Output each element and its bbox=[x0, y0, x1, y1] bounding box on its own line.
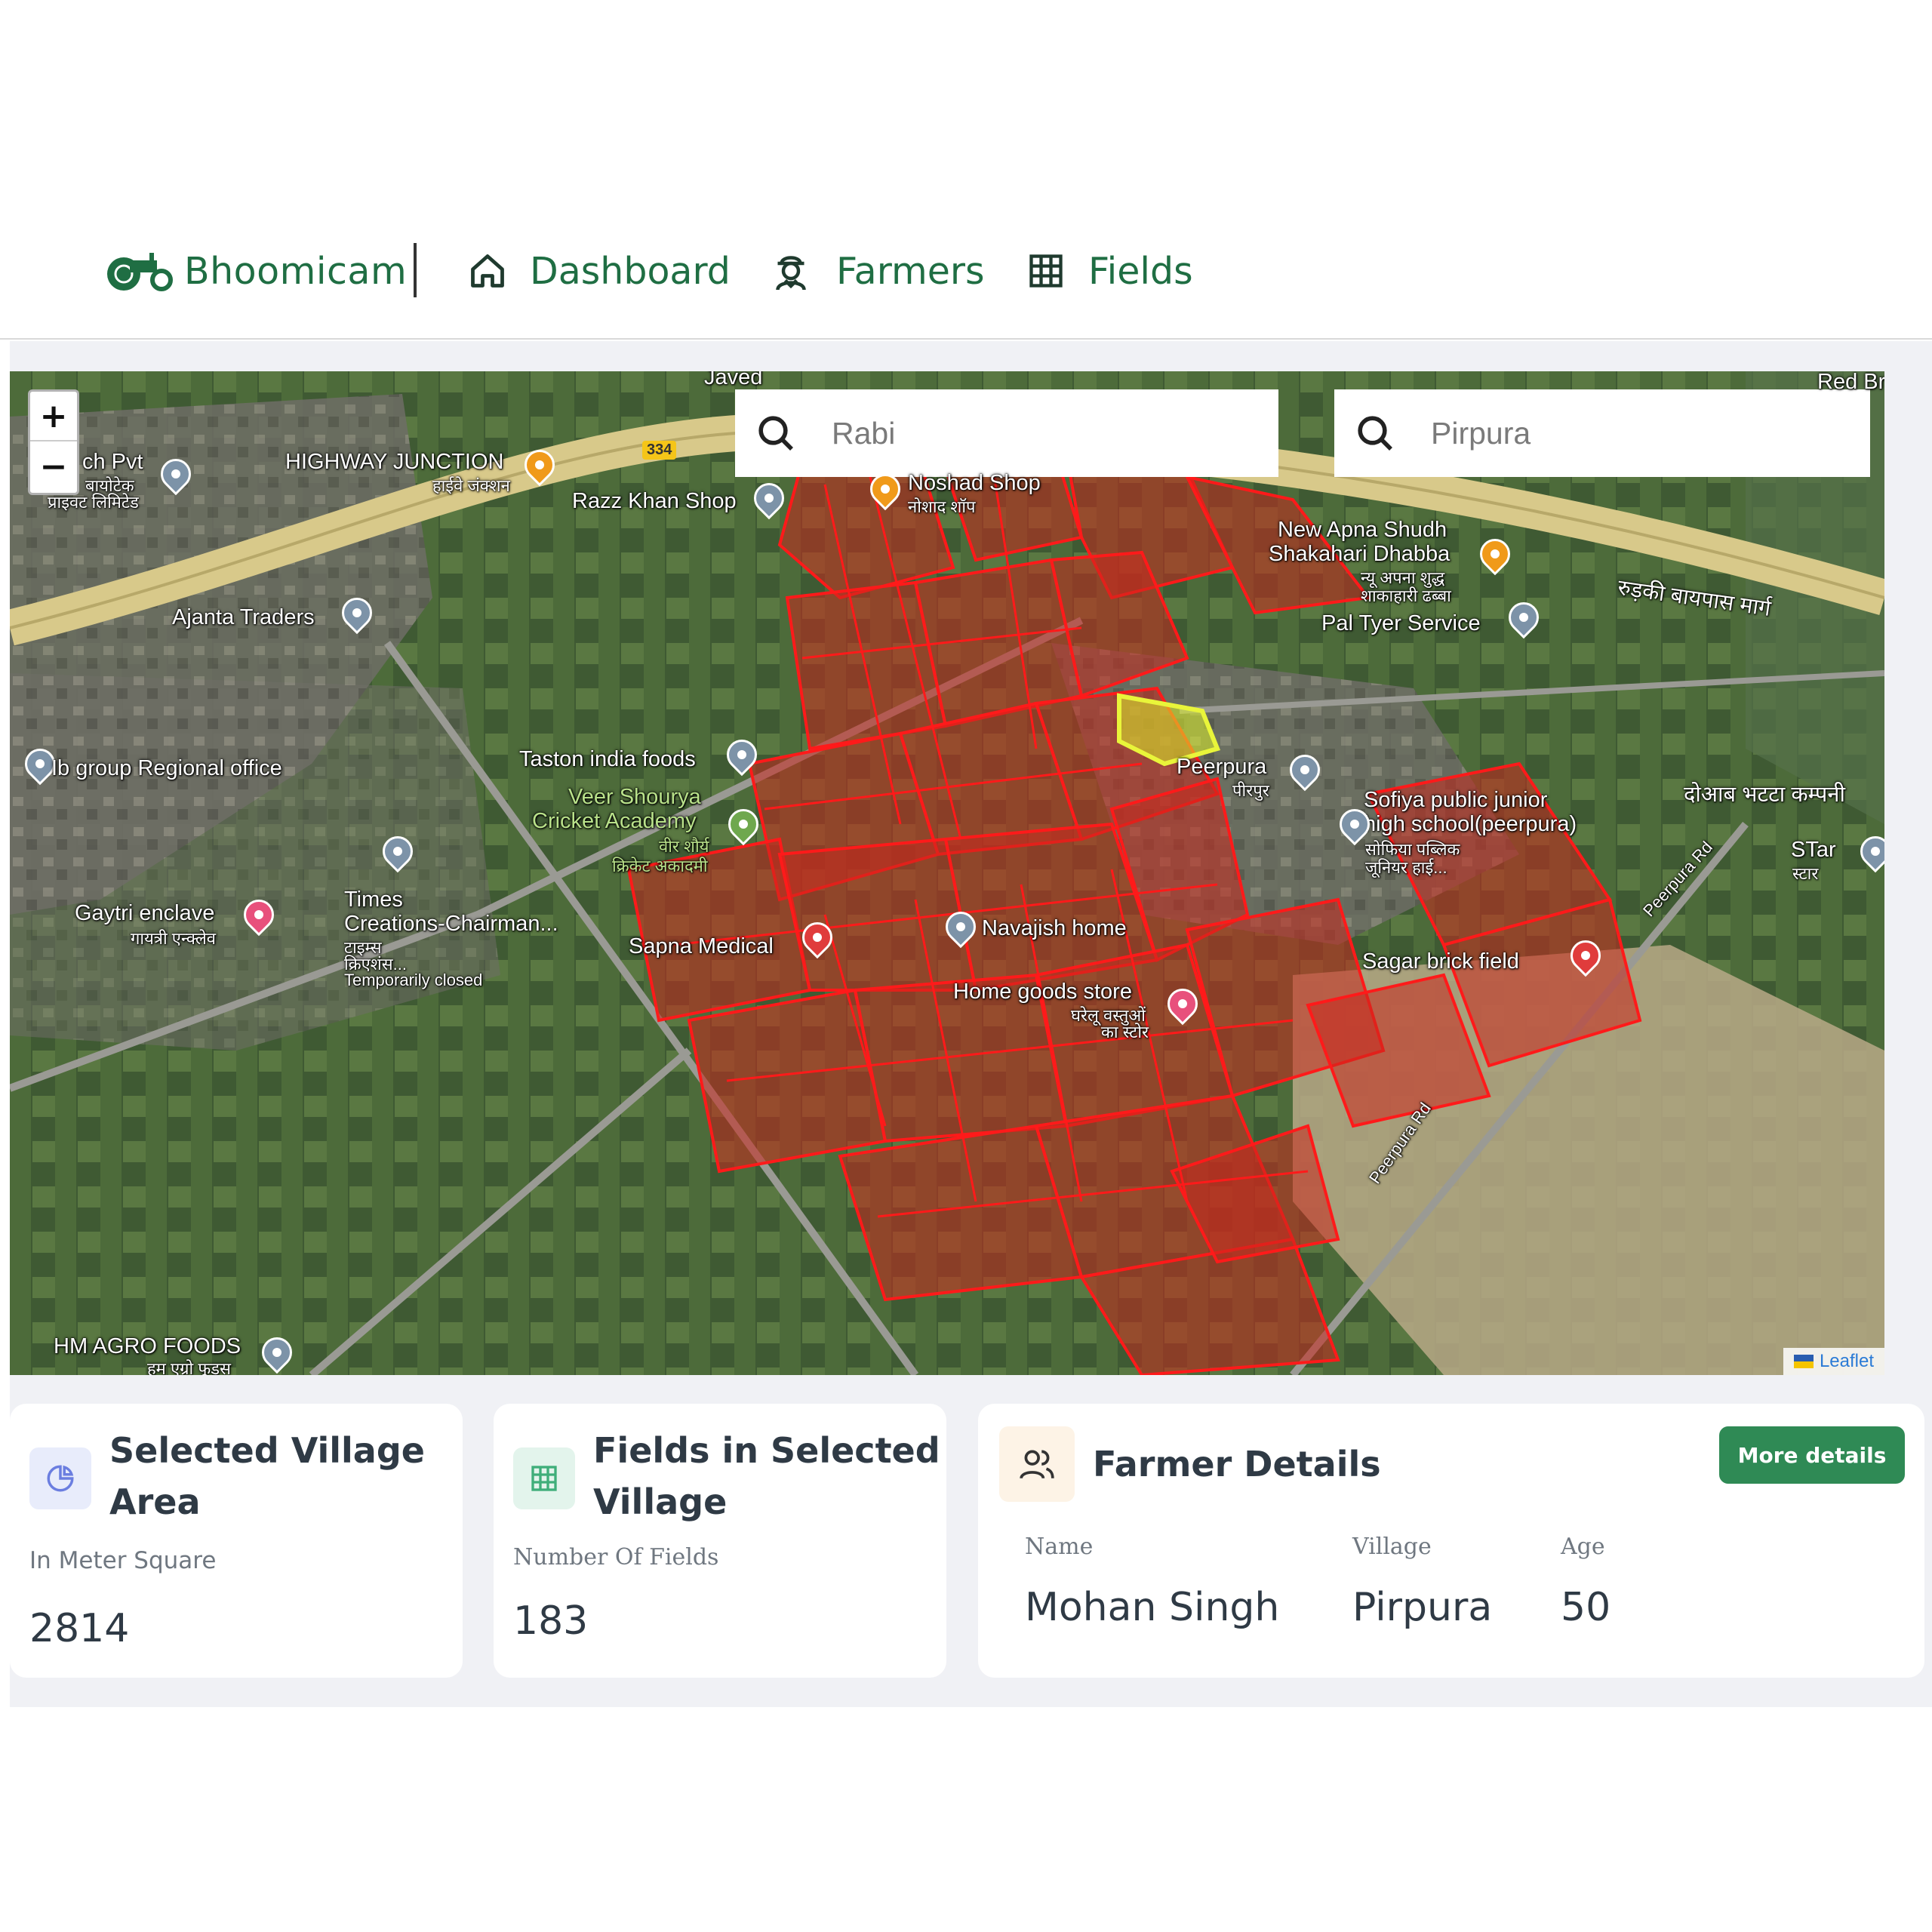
map-label-doaab: दोआब भटटा कम्पनी bbox=[1684, 783, 1845, 807]
map-label-veer: Veer Shourya bbox=[568, 785, 701, 809]
search-icon bbox=[1358, 416, 1392, 451]
farmer-age-value: 50 bbox=[1561, 1585, 1611, 1630]
map-label-home-goods-hi2: का स्टोर bbox=[1101, 1023, 1149, 1041]
ukraine-flag-icon bbox=[1793, 1355, 1814, 1368]
village-label: Village bbox=[1352, 1534, 1432, 1560]
map-label-tech-pvt-hi2: प्राइवट लिमिटेड bbox=[48, 493, 139, 512]
age-label: Age bbox=[1561, 1534, 1605, 1560]
nav-fields-label: Fields bbox=[1088, 249, 1193, 293]
map-label-times1: Times bbox=[344, 888, 403, 912]
map-label-cricket: Cricket Academy bbox=[532, 809, 697, 833]
map-label-highway-junction: HIGHWAY JUNCTION bbox=[285, 450, 504, 474]
satellite-imagery bbox=[10, 371, 1884, 1375]
map-label-times2: Creations-Chairman... bbox=[344, 912, 558, 936]
map-label-noshad-hi: नोशाद शॉप bbox=[908, 497, 976, 516]
map-label-cricket-hi2: क्रिकेट अकादमी bbox=[612, 857, 708, 875]
map-label-times-closed: Temporarily closed bbox=[344, 971, 483, 989]
brand[interactable]: Bhoomicam bbox=[104, 245, 407, 297]
map-label-sagar: Sagar brick field bbox=[1362, 949, 1519, 974]
grid-icon bbox=[531, 1466, 557, 1491]
name-label: Name bbox=[1025, 1534, 1094, 1560]
map-label-peerpura-hi: पीरपुर bbox=[1232, 781, 1269, 800]
map-label-red-brick: Red Bri bbox=[1817, 371, 1884, 394]
users-icon bbox=[1020, 1450, 1054, 1479]
highway-shield: 334 bbox=[642, 441, 677, 460]
map-label-taston: Taston india foods bbox=[519, 747, 696, 771]
card-title: Farmer Details bbox=[1093, 1444, 1381, 1484]
zoom-out-button[interactable]: − bbox=[30, 441, 77, 491]
tractor-logo-icon bbox=[107, 253, 173, 291]
card-icon-box bbox=[999, 1426, 1075, 1502]
map-label-tech-pvt: ch Pvt bbox=[82, 450, 143, 474]
more-details-button[interactable]: More details bbox=[1719, 1426, 1905, 1484]
zoom-control: + − bbox=[28, 389, 79, 495]
map-label-highway-junction-hi: हाईवे जंक्शन bbox=[432, 476, 510, 495]
nav-farmers[interactable]: Farmers bbox=[768, 245, 985, 297]
map-label-star: STar bbox=[1791, 838, 1836, 862]
map-label-shakahari: Shakahari Dhabba bbox=[1269, 542, 1451, 566]
farmer-details-card: Farmer Details More details Name Village… bbox=[978, 1404, 1924, 1678]
top-navbar: Bhoomicam Dashboard Farmers Fields bbox=[0, 226, 1932, 340]
grid-icon bbox=[1029, 254, 1063, 288]
card-title: Selected Village Area bbox=[109, 1430, 425, 1522]
map-label-sapna: Sapna Medical bbox=[629, 934, 774, 958]
card-icon-box bbox=[513, 1447, 575, 1509]
map-label-sofiya2: high school(peerpura) bbox=[1364, 812, 1577, 836]
map-label-new-apna: New Apna Shudh bbox=[1278, 518, 1447, 542]
card-subtitle: In Meter Square bbox=[29, 1547, 217, 1574]
nav-dashboard-label: Dashboard bbox=[530, 249, 731, 293]
nav-dashboard[interactable]: Dashboard bbox=[468, 245, 731, 297]
map-label-ajanta: Ajanta Traders bbox=[172, 605, 315, 629]
season-search-box bbox=[735, 389, 1278, 477]
season-search-input[interactable] bbox=[832, 415, 1118, 451]
map-label-star-hi: स्टार bbox=[1792, 864, 1819, 883]
map-label-razz-khan: Razz Khan Shop bbox=[572, 489, 737, 513]
card-subtitle: Number Of Fields bbox=[513, 1544, 719, 1571]
search-icon bbox=[758, 416, 793, 451]
map-label-peerpura: Peerpura bbox=[1177, 755, 1267, 779]
map-label-hm-agro-hi: हम एग्रो फूड्स bbox=[147, 1359, 231, 1375]
map-label-shakahari-hi2: शाकाहारी ढब्बा bbox=[1361, 586, 1451, 605]
satellite-map[interactable]: + − Javed Red Bri ch Pvt बायोटेक प्राइवट… bbox=[10, 371, 1884, 1375]
farmer-icon bbox=[776, 256, 806, 291]
leaflet-attribution[interactable]: Leaflet bbox=[1783, 1348, 1884, 1375]
map-label-sofiya1: Sofiya public junior bbox=[1364, 788, 1548, 812]
map-label-navajish: Navajish home bbox=[982, 916, 1127, 940]
pie-chart-icon bbox=[47, 1465, 74, 1492]
card-icon-box bbox=[29, 1447, 91, 1509]
map-label-sofiya-hi2: जूनियर हाई... bbox=[1365, 858, 1447, 877]
map-label-ib-group: Ib group Regional office bbox=[51, 756, 282, 780]
home-icon bbox=[471, 254, 504, 288]
village-area-card: Selected Village Area In Meter Square 28… bbox=[10, 1404, 463, 1678]
nav-fields[interactable]: Fields bbox=[1026, 245, 1193, 297]
farmer-village-value: Pirpura bbox=[1352, 1585, 1493, 1630]
map-label-hm-agro: HM AGRO FOODS bbox=[54, 1334, 242, 1358]
brand-name: Bhoomicam bbox=[184, 249, 408, 293]
map-label-gaytri-hi: गायत्री एन्क्लेव bbox=[131, 929, 217, 948]
fields-count-card: Fields in Selected Village Number Of Fie… bbox=[494, 1404, 946, 1678]
leaflet-link[interactable]: Leaflet bbox=[1820, 1351, 1874, 1372]
map-label-gaytri: Gaytri enclave bbox=[75, 901, 215, 925]
map-label-noshad: Noshad Shop bbox=[908, 471, 1041, 495]
nav-divider bbox=[414, 243, 417, 297]
village-search-input[interactable] bbox=[1431, 415, 1718, 451]
fields-count-value: 183 bbox=[513, 1598, 589, 1644]
map-label-javed: Javed bbox=[704, 371, 763, 389]
map-label-home-goods: Home goods store bbox=[953, 980, 1132, 1004]
zoom-in-button[interactable]: + bbox=[30, 392, 77, 441]
village-area-value: 2814 bbox=[29, 1606, 130, 1651]
card-title: Fields in Selected Village bbox=[593, 1430, 940, 1522]
nav-farmers-label: Farmers bbox=[836, 249, 985, 293]
map-label-pal-tyer: Pal Tyer Service bbox=[1321, 611, 1481, 635]
farmer-name-value: Mohan Singh bbox=[1025, 1585, 1280, 1630]
village-search-box bbox=[1334, 389, 1870, 477]
